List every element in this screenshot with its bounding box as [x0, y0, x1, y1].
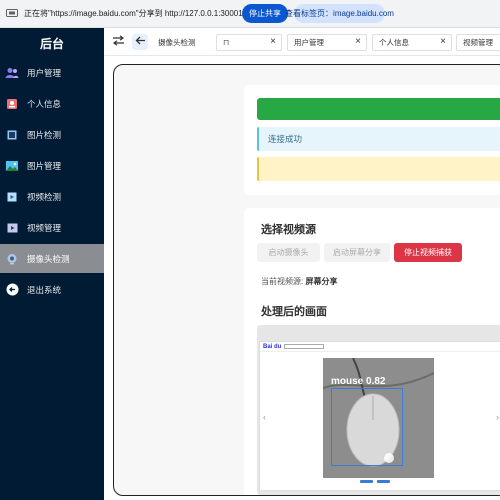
video-source-card: 选择视频源 启动摄像头 启动屏幕分享 停止视频捕获 当前视频源: 屏幕分享 处理… — [244, 208, 500, 495]
tab-label: 视频管理 — [463, 38, 493, 47]
chevron-left-icon: ‹ — [263, 412, 266, 422]
processed-frame-title: 处理后的画面 — [261, 306, 327, 318]
detection-class: mouse — [331, 376, 364, 387]
id-card-icon — [5, 97, 19, 111]
sidebar-item-label: 用户管理 — [27, 67, 62, 78]
users-icon — [5, 66, 19, 80]
tab-label: 用户管理 — [294, 38, 324, 47]
processed-frame-image: Bai du ‹ mouse 0.82 › — [259, 341, 500, 491]
current-source-line: 当前视频源: 屏幕分享 — [261, 276, 337, 287]
screen-share-icon — [5, 9, 19, 19]
baidu-logo: Bai du — [263, 343, 282, 350]
camera-capture-image: mouse 0.82 — [323, 358, 434, 478]
collapse-icon — [112, 33, 125, 51]
sidebar-item-label: 个人信息 — [27, 98, 62, 109]
stop-sharing-button[interactable]: 停止共享 — [242, 4, 288, 23]
sidebar-title: 后台 — [39, 36, 64, 51]
start-screen-share-button[interactable]: 启动屏幕分享 — [324, 243, 390, 262]
tab-video-manage[interactable]: 视频管理 — [456, 34, 500, 51]
processed-frame-container: Bai du ‹ mouse 0.82 › — [257, 325, 500, 495]
video-manage-icon — [5, 221, 19, 235]
warning-banner — [257, 157, 500, 181]
main-content-frame: 连接成功 选择视频源 启动摄像头 启动屏幕分享 停止视频捕获 当前视频源: 屏幕… — [113, 64, 500, 496]
current-source-value: 屏幕分享 — [305, 277, 338, 286]
chevron-right-icon: › — [496, 412, 499, 422]
sidebar-item-label: 图片管理 — [27, 160, 62, 171]
sidebar-item-video-detect[interactable]: 视频检测 — [0, 182, 104, 211]
tab-untitled[interactable]: ⊓ × — [216, 34, 282, 51]
sidebar-item-camera-detect[interactable]: 摄像头检测 — [0, 244, 104, 273]
stop-capture-button[interactable]: 停止视频捕获 — [394, 243, 462, 262]
sidebar-item-users[interactable]: 用户管理 — [0, 58, 104, 87]
tab-camera-detect[interactable]: 摄像头检测 — [152, 34, 214, 51]
collapse-sidebar-button[interactable] — [110, 34, 126, 50]
close-icon[interactable]: × — [270, 36, 276, 47]
camera-icon — [5, 252, 19, 266]
detection-confidence: 0.82 — [366, 376, 386, 387]
captured-button — [360, 480, 373, 483]
captured-search-box — [284, 344, 325, 349]
detection-label: mouse 0.82 — [331, 376, 385, 387]
tab-label: 摄像头检测 — [158, 38, 196, 47]
sidebar-item-logout[interactable]: 退出系统 — [0, 275, 104, 304]
select-source-title: 选择视频源 — [261, 224, 316, 236]
picture-icon — [5, 159, 19, 173]
captured-page-header: Bai du — [260, 342, 500, 352]
sidebar-item-image-detect[interactable]: 图片检测 — [0, 120, 104, 149]
sidebar: 后台 用户管理 个人信息 图片检测 图片管理 视频检测 视频管理 摄像头检测 退… — [0, 28, 104, 500]
tab-bar: 摄像头检测 ⊓ × 用户管理 × 个人信息 × 视频管理 — [104, 28, 500, 56]
sidebar-item-label: 视频检测 — [27, 191, 62, 202]
sidebar-item-label: 退出系统 — [27, 284, 62, 295]
success-banner — [257, 98, 500, 120]
detection-box — [331, 388, 403, 466]
captured-page-buttons — [360, 480, 390, 483]
start-camera-button[interactable]: 启动摄像头 — [257, 243, 320, 262]
sidebar-item-label: 图片检测 — [27, 129, 62, 140]
status-card: 连接成功 — [244, 85, 500, 195]
sidebar-item-label: 摄像头检测 — [27, 253, 70, 264]
close-icon[interactable]: × — [355, 36, 361, 47]
back-button[interactable] — [132, 34, 148, 50]
tab-label: 个人信息 — [379, 38, 409, 47]
arrow-left-icon — [135, 33, 146, 51]
logout-icon — [5, 283, 19, 297]
sidebar-item-profile[interactable]: 个人信息 — [0, 89, 104, 118]
close-icon[interactable]: × — [440, 36, 446, 47]
sidebar-item-label: 视频管理 — [27, 222, 62, 233]
share-status-text: 正在将"https://image.baidu.com"分享到 http://1… — [24, 9, 243, 18]
tab-user-manage[interactable]: 用户管理 × — [287, 34, 367, 51]
tab-prefix-icon: ⊓ — [223, 38, 230, 47]
view-shared-tab-button[interactable]: 查看标签页：image.baidu.com — [285, 4, 394, 23]
image-detect-icon — [5, 128, 19, 142]
captured-button — [377, 480, 390, 483]
tab-profile[interactable]: 个人信息 × — [372, 34, 452, 51]
sidebar-item-image-manage[interactable]: 图片管理 — [0, 151, 104, 180]
sidebar-item-video-manage[interactable]: 视频管理 — [0, 213, 104, 242]
video-detect-icon — [5, 190, 19, 204]
current-source-prefix: 当前视频源: — [261, 277, 306, 286]
connection-status-alert: 连接成功 — [257, 127, 500, 151]
